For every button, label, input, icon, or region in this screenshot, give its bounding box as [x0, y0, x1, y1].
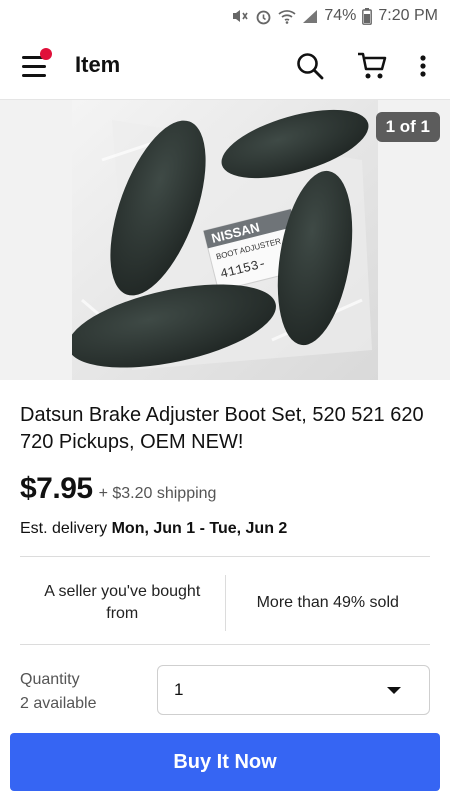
- menu-icon-bar: [22, 74, 46, 77]
- divider: [20, 644, 430, 645]
- delivery-label: Est. delivery: [20, 520, 108, 537]
- estimated-delivery: Est. delivery Mon, Jun 1 - Tue, Jun 2: [20, 520, 287, 538]
- shipping-cost: + $3.20 shipping: [98, 485, 217, 502]
- quantity-label-group: Quantity 2 available: [20, 668, 97, 716]
- item-image-gallery[interactable]: NISSAN BOOT ADJUSTER 41153- 1 of 1: [0, 100, 450, 380]
- item-title: Datsun Brake Adjuster Boot Set, 520 521 …: [20, 404, 424, 453]
- menu-button[interactable]: [18, 46, 58, 86]
- delivery-dates: Mon, Jun 1 - Tue, Jun 2: [111, 520, 288, 537]
- menu-icon-bar: [22, 65, 46, 68]
- signal-icon: [302, 9, 318, 24]
- chevron-down-icon: [387, 687, 401, 694]
- quantity-label: Quantity: [20, 671, 80, 688]
- search-icon: [297, 53, 324, 80]
- search-button[interactable]: [292, 48, 328, 84]
- battery-level: 74%: [324, 7, 357, 24]
- cart-button[interactable]: [354, 48, 390, 84]
- mute-icon: [231, 8, 249, 24]
- item-highlights: A seller you've bought from More than 49…: [20, 563, 430, 643]
- battery-icon: [362, 7, 373, 25]
- quantity-dropdown[interactable]: 1: [157, 665, 430, 715]
- image-counter-badge: 1 of 1: [375, 112, 440, 142]
- alarm-icon: [255, 8, 272, 25]
- wifi-icon: [278, 9, 296, 24]
- app-bar: Item: [0, 32, 450, 100]
- page-title: Item: [75, 52, 121, 77]
- clock: 7:20 PM: [378, 7, 438, 24]
- sold-percentage-note: More than 49% sold: [256, 594, 399, 611]
- item-photo[interactable]: NISSAN BOOT ADJUSTER 41153-: [72, 100, 378, 380]
- notification-dot: [40, 48, 52, 60]
- status-bar: 74% 7:20 PM: [0, 0, 450, 32]
- seller-history-note: A seller you've bought from: [44, 583, 201, 622]
- more-options-button[interactable]: [405, 48, 441, 84]
- cart-icon: [358, 52, 387, 79]
- price-row: $7.95 + $3.20 shipping: [20, 472, 216, 506]
- quantity-selected-value: 1: [174, 680, 184, 699]
- buy-it-now-button[interactable]: Buy It Now: [10, 733, 440, 791]
- divider: [20, 556, 430, 557]
- item-price: $7.95: [20, 472, 93, 505]
- quantity-available: 2 available: [20, 695, 97, 712]
- more-icon: [420, 55, 426, 77]
